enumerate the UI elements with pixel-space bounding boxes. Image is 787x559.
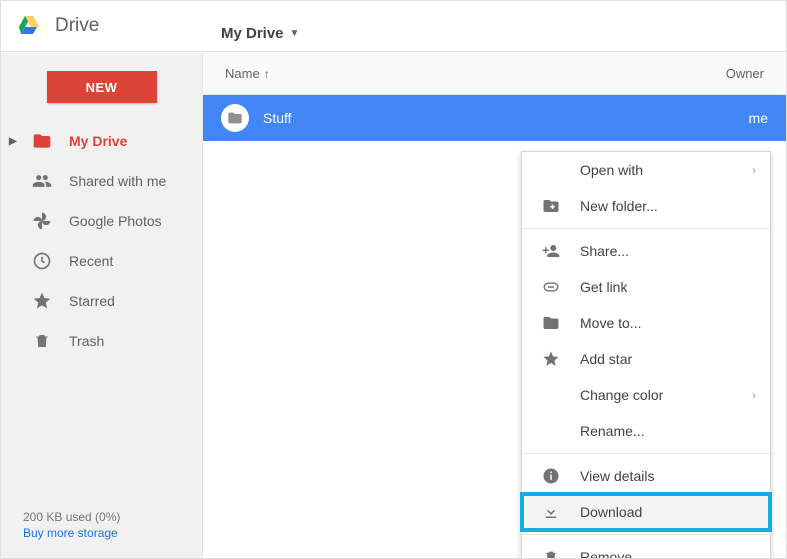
row-owner: me: [749, 110, 768, 126]
new-button[interactable]: NEW: [47, 71, 157, 103]
sidebar-item-label: Shared with me: [69, 173, 166, 189]
sidebar-item-google-photos[interactable]: Google Photos: [1, 201, 202, 241]
sidebar-item-label: Google Photos: [69, 213, 162, 229]
folder-icon: [540, 312, 562, 334]
chevron-right-icon: ›: [752, 388, 756, 402]
sidebar-nav: ▶ My Drive Shared with me Google Photos: [1, 121, 202, 361]
ctx-download[interactable]: Download: [522, 494, 770, 530]
caret-right-icon: ▶: [9, 136, 17, 147]
ctx-new-folder[interactable]: New folder...: [522, 188, 770, 224]
storage-info: 200 KB used (0%) Buy more storage: [23, 510, 120, 540]
folder-chip-icon: [221, 104, 249, 132]
new-folder-icon: [540, 195, 562, 217]
sidebar-item-label: Starred: [69, 293, 115, 309]
ctx-label: Rename...: [580, 423, 645, 439]
info-icon: [540, 465, 562, 487]
ctx-remove[interactable]: Remove: [522, 539, 770, 559]
sidebar-item-my-drive[interactable]: ▶ My Drive: [1, 121, 202, 161]
ctx-open-with[interactable]: Open with ›: [522, 152, 770, 188]
ctx-label: Open with: [580, 162, 643, 178]
caret-down-icon: ▼: [290, 28, 300, 39]
topbar: Drive: [1, 1, 786, 51]
ctx-share[interactable]: Share...: [522, 233, 770, 269]
google-photos-icon: [31, 210, 53, 232]
ctx-label: Add star: [580, 351, 632, 367]
list-header: Name ↑ Owner: [203, 53, 786, 95]
sidebar-item-trash[interactable]: Trash: [1, 321, 202, 361]
blank-icon: [540, 159, 562, 181]
ctx-label: Share...: [580, 243, 629, 259]
ctx-label: Change color: [580, 387, 663, 403]
divider: [1, 51, 786, 52]
column-owner[interactable]: Owner: [704, 66, 764, 81]
folder-icon: [31, 130, 53, 152]
ctx-label: Download: [580, 504, 642, 520]
table-row[interactable]: Stuff me: [203, 95, 786, 141]
blank-icon: [540, 384, 562, 406]
sidebar-item-label: Recent: [69, 253, 113, 269]
sidebar: NEW ▶ My Drive Shared with me Google Pho…: [1, 53, 203, 558]
location-label: My Drive: [221, 25, 284, 42]
ctx-label: Move to...: [580, 315, 641, 331]
ctx-get-link[interactable]: Get link: [522, 269, 770, 305]
trash-icon: [540, 546, 562, 559]
storage-used: 200 KB used (0%): [23, 510, 120, 524]
location-selector[interactable]: My Drive ▼: [221, 13, 299, 53]
sidebar-item-label: My Drive: [69, 133, 127, 149]
ctx-move-to[interactable]: Move to...: [522, 305, 770, 341]
column-name-label: Name: [225, 66, 260, 81]
buy-storage-link[interactable]: Buy more storage: [23, 526, 120, 540]
trash-icon: [31, 330, 53, 352]
download-icon: [540, 501, 562, 523]
blank-icon: [540, 420, 562, 442]
sidebar-item-starred[interactable]: Starred: [1, 281, 202, 321]
ctx-rename[interactable]: Rename...: [522, 413, 770, 449]
person-add-icon: [540, 240, 562, 262]
chevron-right-icon: ›: [752, 163, 756, 177]
ctx-label: New folder...: [580, 198, 658, 214]
divider: [522, 534, 770, 535]
ctx-add-star[interactable]: Add star: [522, 341, 770, 377]
main-area: My Drive ▼ Name ↑ Owner Stuff me Open wi…: [203, 53, 786, 558]
star-icon: [540, 348, 562, 370]
divider: [522, 453, 770, 454]
people-icon: [31, 170, 53, 192]
sort-asc-icon: ↑: [264, 67, 270, 81]
ctx-label: Get link: [580, 279, 627, 295]
divider: [522, 228, 770, 229]
clock-icon: [31, 250, 53, 272]
row-name: Stuff: [263, 110, 292, 126]
drive-logo-icon: [17, 14, 41, 38]
star-icon: [31, 290, 53, 312]
sidebar-item-shared-with-me[interactable]: Shared with me: [1, 161, 202, 201]
column-name[interactable]: Name ↑: [225, 66, 704, 81]
link-icon: [540, 276, 562, 298]
ctx-label: View details: [580, 468, 654, 484]
ctx-change-color[interactable]: Change color ›: [522, 377, 770, 413]
ctx-view-details[interactable]: View details: [522, 458, 770, 494]
sidebar-item-label: Trash: [69, 333, 104, 349]
sidebar-item-recent[interactable]: Recent: [1, 241, 202, 281]
app-title: Drive: [55, 15, 99, 37]
ctx-label: Remove: [580, 549, 632, 559]
context-menu: Open with › New folder... Share...: [521, 151, 771, 559]
